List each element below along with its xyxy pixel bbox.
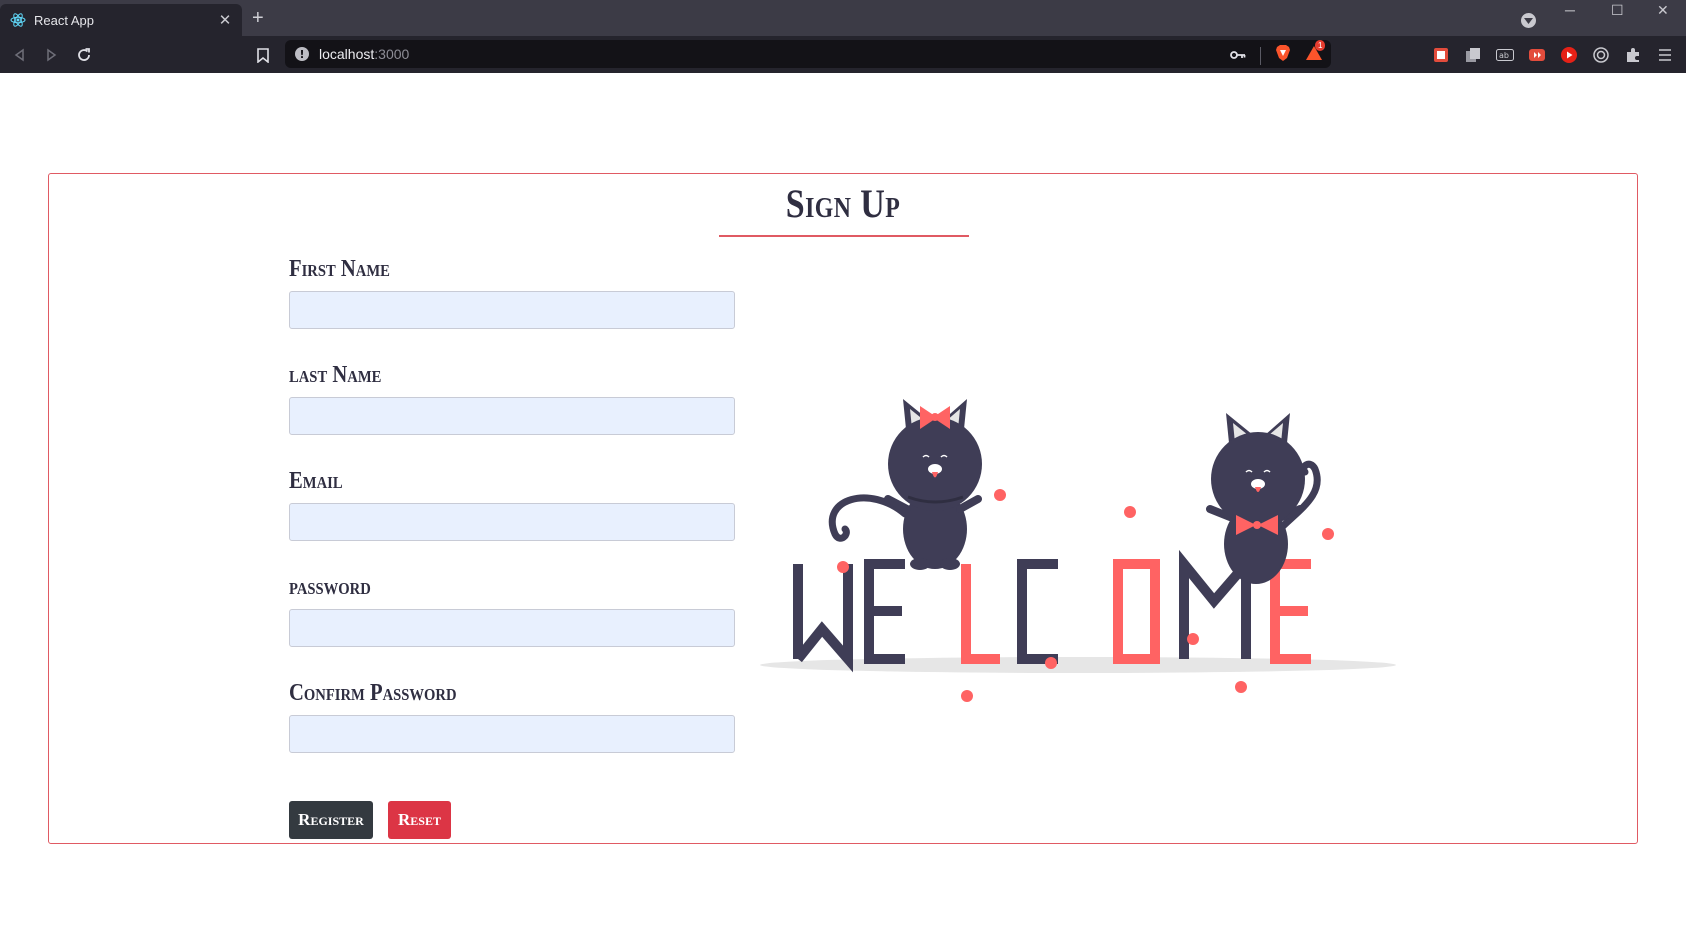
signup-card: Sign Up First Name last Name Email passw…: [48, 173, 1638, 844]
brave-rewards-icon[interactable]: 1: [1305, 40, 1326, 66]
last-name-input[interactable]: [289, 397, 735, 435]
address-bar[interactable]: ! localhost :3000 1: [285, 40, 1331, 68]
key-icon[interactable]: [1230, 47, 1246, 65]
extension-media-icon[interactable]: [1526, 44, 1547, 65]
register-button[interactable]: Register: [289, 801, 373, 839]
password-group: password: [289, 574, 735, 647]
tab-title: React App: [34, 12, 94, 28]
url-host: localhost: [319, 46, 375, 62]
new-tab-icon[interactable]: +: [252, 8, 264, 28]
menu-icon[interactable]: [1654, 44, 1675, 65]
extension-target-icon[interactable]: [1590, 44, 1611, 65]
letter-e-red: [1270, 559, 1311, 664]
dot: [1124, 506, 1136, 518]
dot: [837, 561, 849, 573]
dot: [961, 690, 973, 702]
first-name-label: First Name: [289, 256, 390, 282]
welcome-cats-illustration: [760, 399, 1396, 702]
email-group: Email: [289, 468, 735, 541]
email-input[interactable]: [289, 503, 735, 541]
url-port: :3000: [374, 46, 410, 62]
letter-o: [1113, 559, 1160, 664]
extensions-puzzle-icon[interactable]: [1622, 44, 1643, 65]
dot: [1187, 633, 1199, 645]
extension-pages-icon[interactable]: [1462, 44, 1483, 65]
browser-toolbar: ! localhost :3000 1 ab: [0, 36, 1686, 73]
extension-screenshot-icon[interactable]: [1430, 44, 1451, 65]
extension-youtube-icon[interactable]: [1558, 44, 1579, 65]
maximize-icon[interactable]: ☐: [1611, 2, 1624, 19]
last-name-group: last Name: [289, 362, 735, 435]
letter-e-dark: [864, 559, 905, 664]
reset-button[interactable]: Reset: [388, 801, 451, 839]
dot: [1235, 681, 1247, 693]
dot: [994, 489, 1006, 501]
cat-right: [1206, 413, 1321, 584]
extension-ab-icon[interactable]: ab: [1494, 44, 1515, 65]
title-underline: [719, 235, 969, 237]
minimize-icon[interactable]: ─: [1565, 2, 1575, 18]
brave-shield-icon[interactable]: [1275, 44, 1291, 67]
first-name-group: First Name: [289, 256, 735, 329]
tab-bar: React App ✕ + ─ ☐ ✕: [0, 0, 1686, 36]
svg-text:ab: ab: [1499, 51, 1509, 60]
rewards-badge: 1: [1315, 40, 1326, 51]
cat-left: [829, 399, 982, 570]
bookmark-icon[interactable]: [252, 44, 274, 66]
back-icon[interactable]: [9, 44, 31, 66]
letter-l: [961, 564, 1000, 664]
email-label: Email: [289, 468, 343, 494]
browser-tab[interactable]: React App ✕: [0, 4, 242, 36]
forward-icon[interactable]: [40, 44, 62, 66]
letter-w: [793, 564, 853, 673]
letter-c: [1017, 559, 1058, 664]
confirm-password-label: Confirm Password: [289, 680, 457, 706]
close-window-icon[interactable]: ✕: [1657, 2, 1669, 19]
close-tab-icon[interactable]: ✕: [216, 11, 234, 29]
site-info-icon[interactable]: !: [295, 47, 309, 61]
dot: [1322, 528, 1334, 540]
confirm-password-group: Confirm Password: [289, 680, 735, 753]
confirm-password-input[interactable]: [289, 715, 735, 753]
reload-icon[interactable]: [73, 44, 95, 66]
react-icon: [10, 12, 26, 28]
tab-search-icon[interactable]: [1521, 13, 1536, 28]
dot: [1045, 657, 1057, 669]
page-title: Sign Up: [785, 181, 901, 226]
url-divider: [1260, 46, 1261, 65]
first-name-input[interactable]: [289, 291, 735, 329]
password-input[interactable]: [289, 609, 735, 647]
password-label: password: [289, 574, 371, 600]
last-name-label: last Name: [289, 362, 382, 388]
